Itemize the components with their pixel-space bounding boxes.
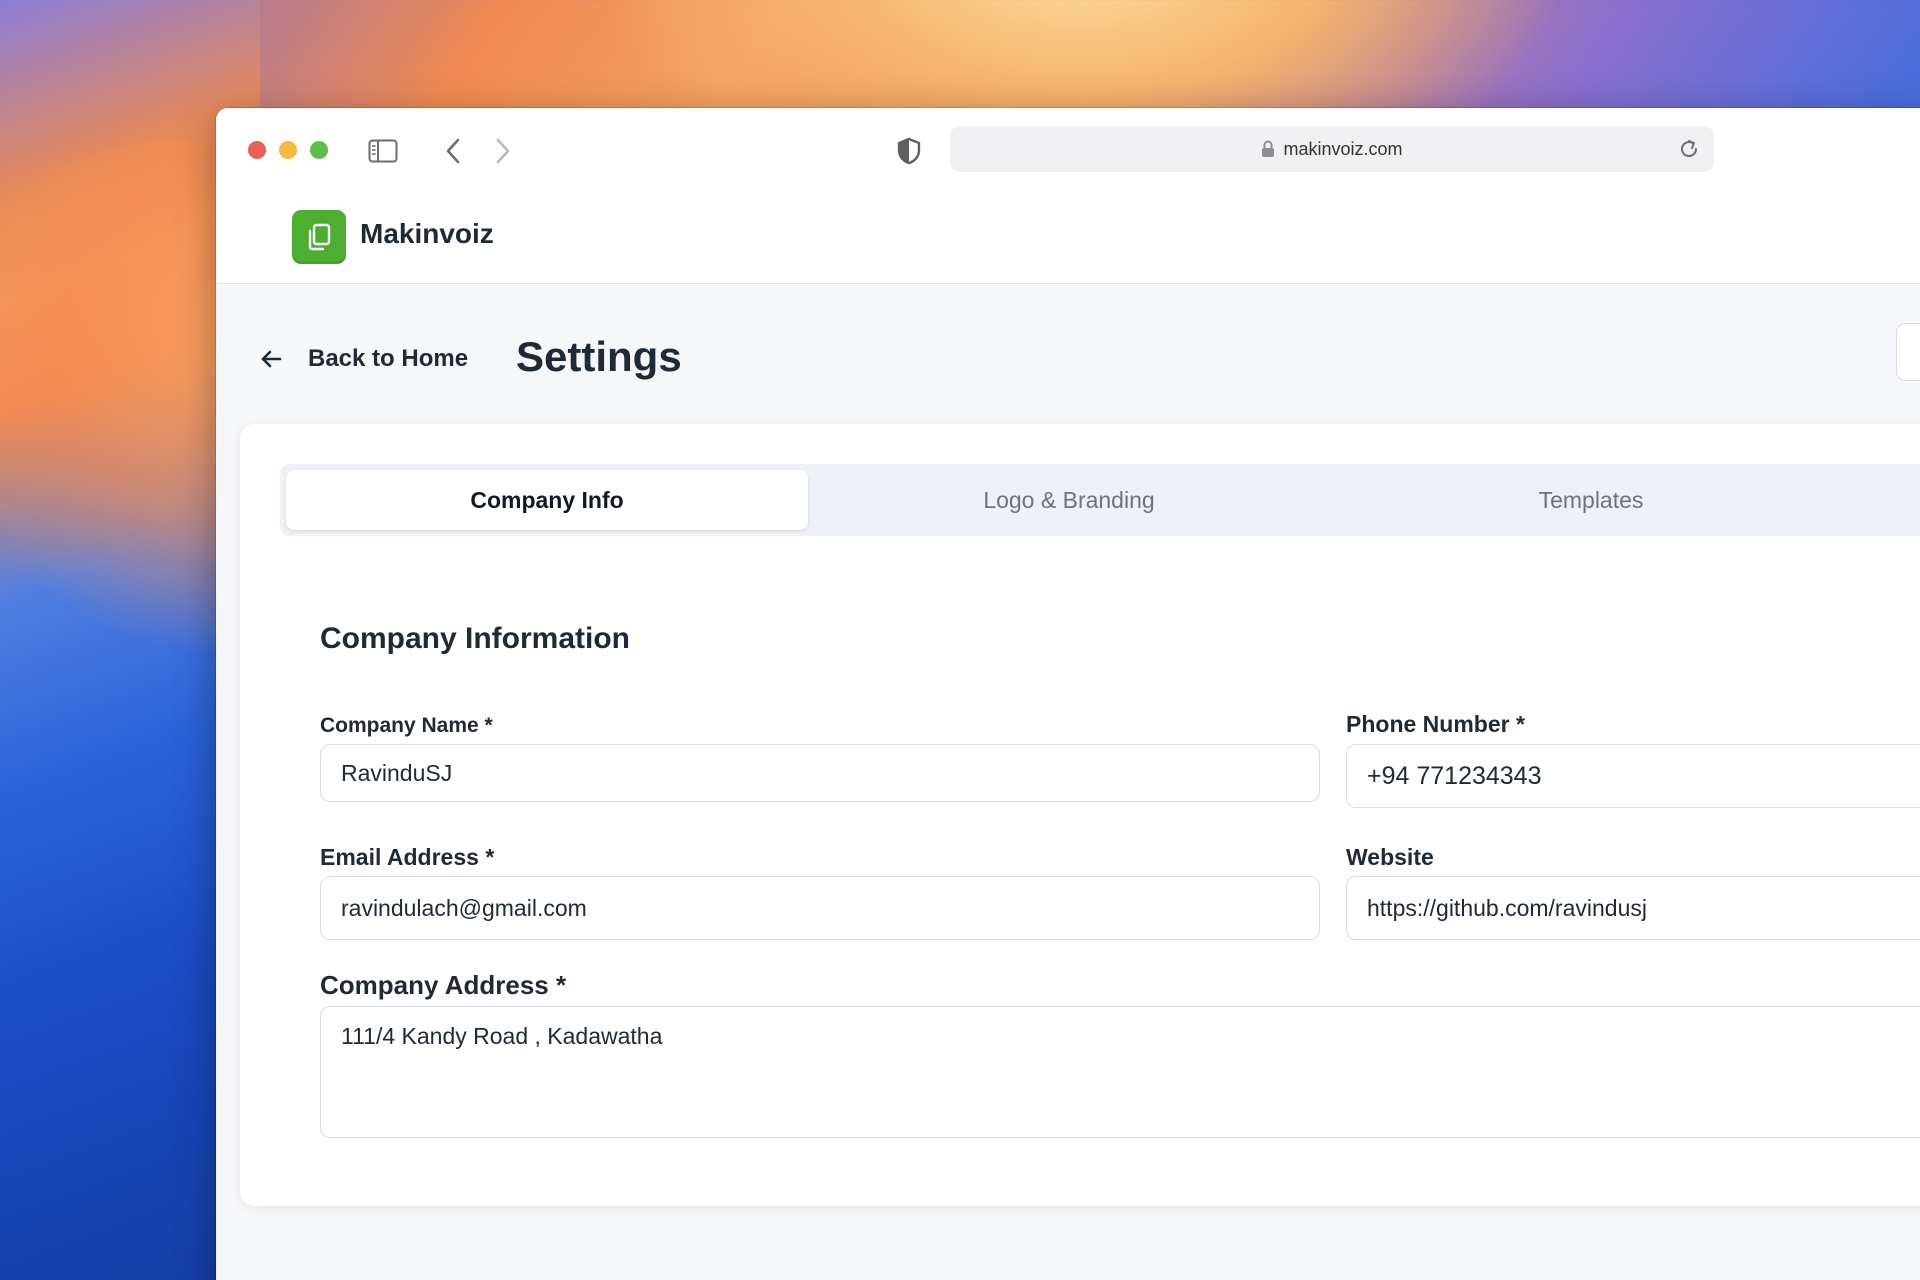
zoom-window-button[interactable] [310, 141, 328, 159]
main-content: Back to Home Settings Company Info Logo … [216, 285, 1920, 1280]
tab-logo-branding[interactable]: Logo & Branding [808, 470, 1330, 530]
settings-card: Company Info Logo & Branding Templates C… [240, 424, 1920, 1206]
browser-window: makinvoiz.com Makinvoiz Back to Home Set… [216, 108, 1920, 1280]
chevron-right-icon[interactable] [488, 136, 518, 166]
phone-number-label: Phone Number * [1346, 711, 1525, 737]
app-header: Makinvoiz [216, 188, 1920, 284]
lock-icon [1261, 140, 1275, 158]
header-action-button[interactable] [1896, 323, 1920, 381]
sidebar-toggle-icon[interactable] [368, 136, 398, 166]
back-to-home-label: Back to Home [308, 345, 469, 372]
website-label: Website [1346, 844, 1434, 870]
close-window-button[interactable] [248, 141, 266, 159]
section-title: Company Information [320, 622, 631, 655]
settings-tabs: Company Info Logo & Branding Templates [280, 464, 1920, 536]
address-bar[interactable]: makinvoiz.com [950, 126, 1714, 172]
page-title: Settings [516, 333, 682, 380]
company-name-input[interactable] [320, 744, 1320, 802]
company-name-label: Company Name * [320, 714, 493, 737]
company-address-label: Company Address * [320, 970, 567, 1000]
reload-icon[interactable] [1678, 138, 1700, 160]
arrow-left-icon [260, 349, 282, 369]
website-input[interactable] [1346, 876, 1920, 940]
shield-icon[interactable] [894, 136, 924, 166]
phone-number-input[interactable] [1346, 744, 1920, 808]
browser-toolbar: makinvoiz.com [216, 108, 1920, 188]
email-address-input[interactable] [320, 876, 1320, 940]
chevron-left-icon[interactable] [438, 136, 468, 166]
app-logo[interactable] [292, 210, 346, 264]
company-address-textarea[interactable]: 111/4 Kandy Road , Kadawatha [320, 1006, 1920, 1138]
brand-name[interactable]: Makinvoiz [360, 218, 494, 250]
minimize-window-button[interactable] [279, 141, 297, 159]
tab-company-info[interactable]: Company Info [286, 470, 808, 530]
back-to-home-link[interactable]: Back to Home [260, 345, 468, 373]
url-text: makinvoiz.com [1283, 138, 1403, 159]
email-address-label: Email Address * [320, 844, 495, 870]
document-copy-icon [304, 222, 334, 252]
tab-templates[interactable]: Templates [1330, 470, 1852, 530]
